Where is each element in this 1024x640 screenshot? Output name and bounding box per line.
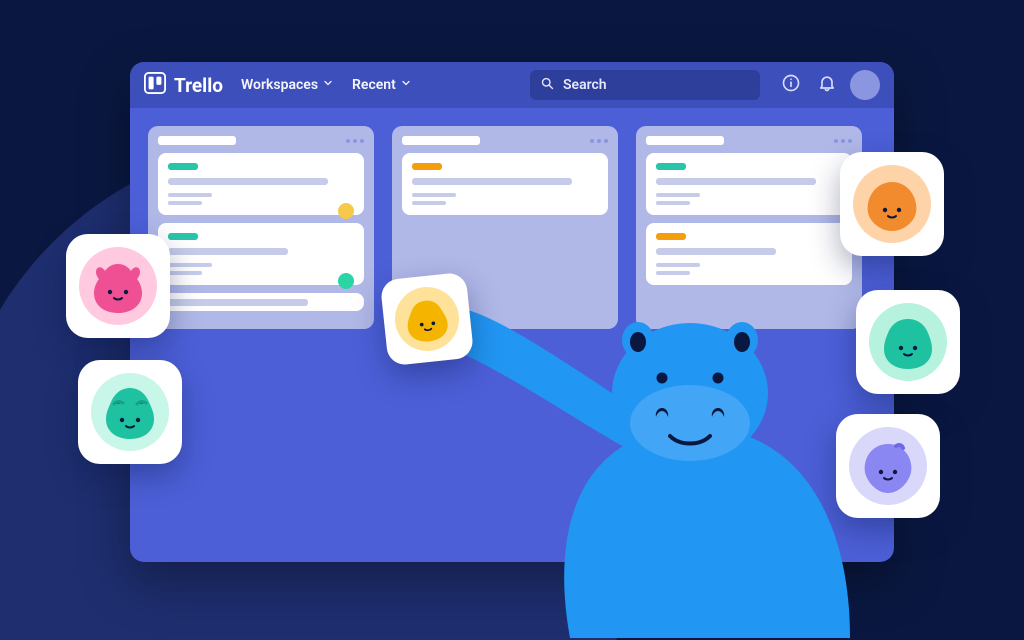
avatar-tile-purple[interactable] [836, 414, 940, 518]
header-nav: Workspaces Recent [241, 77, 412, 93]
nav-workspaces[interactable]: Workspaces [241, 77, 334, 93]
list-title[interactable] [402, 136, 480, 145]
info-icon [781, 73, 801, 97]
card-title-placeholder [168, 299, 308, 306]
nav-recent[interactable]: Recent [352, 77, 412, 93]
avatar-tile-held[interactable] [380, 272, 475, 367]
card-title-placeholder [656, 248, 776, 255]
card-title-placeholder [412, 178, 572, 185]
chevron-down-icon [322, 77, 334, 93]
avatar-tile-orange[interactable] [840, 152, 944, 256]
avatar-tile-pink[interactable] [66, 234, 170, 338]
nav-workspaces-label: Workspaces [241, 77, 318, 93]
account-avatar[interactable] [850, 70, 880, 100]
card[interactable] [646, 223, 852, 285]
nav-recent-label: Recent [352, 77, 396, 93]
card-title-placeholder [168, 178, 328, 185]
search-input[interactable]: Search [530, 70, 760, 100]
card[interactable] [158, 153, 364, 215]
card[interactable] [158, 223, 364, 285]
list-menu-button[interactable] [590, 139, 608, 143]
card-title-placeholder [168, 248, 288, 255]
trello-logo-icon [144, 72, 166, 99]
orange-blob-icon [862, 174, 922, 234]
card-label [412, 163, 442, 170]
search-icon [540, 76, 555, 95]
info-button[interactable] [778, 72, 804, 98]
card[interactable] [402, 153, 608, 215]
brand-name: Trello [174, 74, 223, 97]
app-header: Trello Workspaces Recent Search [130, 62, 894, 108]
card-label [168, 233, 198, 240]
purple-blob-icon [858, 436, 918, 496]
pink-blob-icon [88, 256, 148, 316]
list-title[interactable] [646, 136, 724, 145]
list-menu-button[interactable] [346, 139, 364, 143]
bell-icon [817, 73, 837, 97]
list-menu-button[interactable] [834, 139, 852, 143]
avatar-tile-aqua[interactable] [78, 360, 182, 464]
green-blob-icon [878, 312, 938, 372]
board [130, 108, 894, 347]
list-title[interactable] [158, 136, 236, 145]
avatar-tile-green[interactable] [856, 290, 960, 394]
member-avatar [338, 273, 354, 289]
list-column [636, 126, 862, 329]
card[interactable] [158, 293, 364, 311]
card-label [656, 233, 686, 240]
search-placeholder: Search [563, 77, 607, 93]
list-column [148, 126, 374, 329]
brand[interactable]: Trello [144, 72, 223, 99]
chevron-down-icon [400, 77, 412, 93]
card-title-placeholder [656, 178, 816, 185]
card[interactable] [646, 153, 852, 215]
card-label [656, 163, 686, 170]
card-label [168, 163, 198, 170]
notifications-button[interactable] [814, 72, 840, 98]
yellow-blob-icon [400, 292, 455, 347]
member-avatar [338, 203, 354, 219]
trello-app-window: Trello Workspaces Recent Search [130, 62, 894, 562]
aqua-blob-icon [100, 382, 160, 442]
